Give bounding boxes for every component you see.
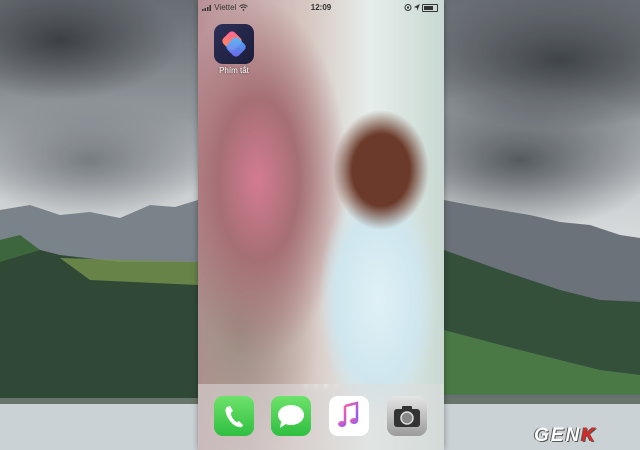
messages-app-icon[interactable] [271, 396, 311, 436]
camera-app-icon[interactable] [387, 396, 427, 436]
dock [198, 384, 444, 450]
music-icon [338, 401, 359, 427]
genk-watermark-logo: GENK [534, 425, 597, 446]
camera-icon [394, 406, 420, 427]
music-app-icon[interactable] [329, 396, 369, 436]
location-icon [413, 4, 420, 12]
messages-icon [278, 405, 304, 428]
status-bar: Viettel 12:09 [198, 0, 444, 14]
phone-app-icon[interactable] [214, 396, 254, 436]
shortcuts-app-icon[interactable] [214, 24, 254, 64]
battery-icon [422, 3, 438, 12]
phone-screen: Viettel 12:09 Phím tắt [198, 0, 444, 450]
phone-icon [225, 406, 243, 428]
rotation-lock-icon [404, 4, 412, 12]
shortcuts-app-label: Phím tắt [219, 66, 249, 75]
